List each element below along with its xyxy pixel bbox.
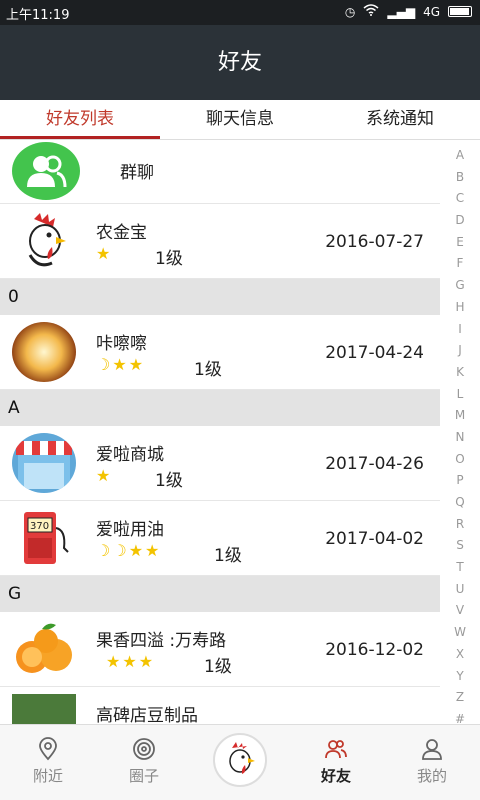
alphabet-letter[interactable]: N bbox=[456, 430, 465, 444]
friends-icon bbox=[324, 737, 348, 761]
alphabet-letter[interactable]: L bbox=[457, 387, 464, 401]
alphabet-letter[interactable]: E bbox=[456, 235, 464, 249]
level-label: 1级 bbox=[214, 546, 242, 566]
nav-circle-label: 圈子 bbox=[128, 767, 159, 785]
tab-chat-info[interactable]: 聊天信息 bbox=[160, 100, 320, 139]
nav-friends-label: 好友 bbox=[320, 767, 351, 785]
friend-date: 2016-12-02 bbox=[325, 640, 424, 660]
rooster-avatar bbox=[12, 211, 76, 271]
alphabet-letter[interactable]: K bbox=[456, 365, 464, 379]
alphabet-letter[interactable]: G bbox=[455, 278, 464, 292]
gas-pump-avatar: 370 bbox=[12, 508, 76, 568]
list-item[interactable]: 爱啦商城 ★ 1级 2017-04-26 bbox=[0, 426, 440, 501]
friend-date: 2016-07-27 bbox=[325, 232, 424, 252]
friend-list[interactable]: 群聊 农金宝 ★ 1级 2016-07-27 0 咔嚓嚓 ☽★★ 1级 2017… bbox=[0, 140, 440, 725]
alphabet-letter[interactable]: U bbox=[456, 582, 465, 596]
rank-stars: ★ bbox=[96, 244, 113, 263]
oranges-avatar bbox=[12, 619, 76, 679]
battery-icon bbox=[448, 6, 472, 17]
section-header-a: A bbox=[0, 390, 440, 426]
level-label: 1级 bbox=[194, 360, 222, 380]
alphabet-letter[interactable]: F bbox=[457, 256, 464, 270]
nav-nearby[interactable]: 附近 bbox=[0, 725, 96, 800]
group-chat-row[interactable]: 群聊 bbox=[0, 140, 440, 204]
nav-friends[interactable]: 好友 bbox=[288, 725, 384, 800]
alphabet-letter[interactable]: R bbox=[456, 517, 464, 531]
nav-me[interactable]: 我的 bbox=[384, 725, 480, 800]
bottom-nav: 附近 圈子 好友 我的 bbox=[0, 724, 480, 800]
list-item[interactable]: 果香四溢 :万寿路 ★★★ 1级 2016-12-02 bbox=[0, 612, 440, 687]
alphabet-letter[interactable]: X bbox=[456, 647, 464, 661]
list-item[interactable]: 370 爱啦用油 ☽☽★★ 1级 2017-04-02 bbox=[0, 501, 440, 576]
friend-name: 果香四溢 :万寿路 bbox=[96, 631, 227, 651]
alphabet-letter[interactable]: T bbox=[456, 560, 463, 574]
alphabet-letter[interactable]: Y bbox=[456, 669, 463, 683]
alphabet-letter[interactable]: D bbox=[455, 213, 464, 227]
nav-nearby-label: 附近 bbox=[32, 767, 63, 785]
tab-bar: 好友列表 聊天信息 系统通知 bbox=[0, 100, 480, 140]
status-time: 上午11:19 bbox=[6, 8, 70, 23]
list-item[interactable]: 高碑店豆制品 bbox=[0, 687, 440, 725]
location-pin-icon bbox=[36, 737, 60, 761]
page-title: 好友 bbox=[217, 50, 262, 75]
app-header: 好友 bbox=[0, 25, 480, 100]
alphabet-letter[interactable]: V bbox=[456, 603, 464, 617]
alphabet-letter[interactable]: I bbox=[458, 322, 462, 336]
friend-name: 高碑店豆制品 bbox=[96, 706, 198, 725]
level-label: 1级 bbox=[204, 657, 232, 677]
person-icon bbox=[420, 737, 444, 761]
status-bar: 上午11:19 ◷ ▂▄▆ 4G bbox=[0, 0, 480, 25]
target-circle-icon bbox=[132, 737, 156, 761]
alphabet-letter[interactable]: B bbox=[456, 170, 464, 184]
alphabet-index[interactable]: A B C D E F G H I J K L M N O P Q R S T U V W X Y Z # bbox=[442, 148, 478, 726]
rooster-logo-icon bbox=[213, 733, 267, 787]
alphabet-letter[interactable]: S bbox=[456, 538, 464, 552]
alphabet-letter[interactable]: A bbox=[456, 148, 464, 162]
alphabet-letter[interactable]: C bbox=[456, 191, 464, 205]
alphabet-letter[interactable]: H bbox=[455, 300, 464, 314]
status-icons: ◷ ▂▄▆ 4G bbox=[345, 4, 472, 19]
list-item[interactable]: 农金宝 ★ 1级 2016-07-27 bbox=[0, 204, 440, 279]
rank-stars: ★ bbox=[96, 466, 113, 485]
friend-name: 爱啦商城 bbox=[96, 445, 164, 465]
tab-system-notifications[interactable]: 系统通知 bbox=[320, 100, 480, 139]
network-type: 4G bbox=[423, 4, 440, 19]
svg-text:370: 370 bbox=[30, 521, 49, 532]
shop-front-avatar bbox=[12, 694, 76, 725]
store-avatar bbox=[12, 433, 76, 493]
rank-stars: ☽☽★★ bbox=[96, 541, 162, 560]
alphabet-letter[interactable]: O bbox=[455, 452, 464, 466]
rank-stars: ★★★ bbox=[106, 652, 156, 671]
alphabet-letter[interactable]: P bbox=[456, 473, 463, 487]
group-chat-icon bbox=[12, 142, 80, 200]
nav-me-label: 我的 bbox=[416, 767, 447, 785]
alphabet-letter[interactable]: Q bbox=[455, 495, 464, 509]
signal-icon: ▂▄▆ bbox=[387, 4, 416, 19]
nav-circle[interactable]: 圈子 bbox=[96, 725, 192, 800]
friend-name: 农金宝 bbox=[96, 223, 147, 243]
friend-date: 2017-04-26 bbox=[325, 454, 424, 474]
alarm-icon: ◷ bbox=[344, 4, 356, 19]
wifi-icon bbox=[363, 4, 379, 19]
friend-name: 咔嚓嚓 bbox=[96, 334, 147, 354]
nav-home[interactable] bbox=[192, 725, 288, 800]
alphabet-letter[interactable]: M bbox=[455, 408, 465, 422]
friend-date: 2017-04-02 bbox=[325, 529, 424, 549]
level-label: 1级 bbox=[155, 249, 183, 269]
list-item[interactable]: 咔嚓嚓 ☽★★ 1级 2017-04-24 bbox=[0, 315, 440, 390]
level-label: 1级 bbox=[155, 471, 183, 491]
section-header-g: G bbox=[0, 576, 440, 612]
tab-friend-list[interactable]: 好友列表 bbox=[0, 100, 160, 139]
glow-avatar bbox=[12, 322, 76, 382]
section-header-0: 0 bbox=[0, 279, 440, 315]
friend-name: 爱啦用油 bbox=[96, 520, 164, 540]
alphabet-letter[interactable]: J bbox=[458, 343, 462, 357]
rank-stars: ☽★★ bbox=[96, 355, 146, 374]
alphabet-letter[interactable]: Z bbox=[456, 690, 464, 704]
alphabet-letter[interactable]: W bbox=[454, 625, 466, 639]
friend-date: 2017-04-24 bbox=[325, 343, 424, 363]
group-chat-label: 群聊 bbox=[120, 163, 154, 183]
